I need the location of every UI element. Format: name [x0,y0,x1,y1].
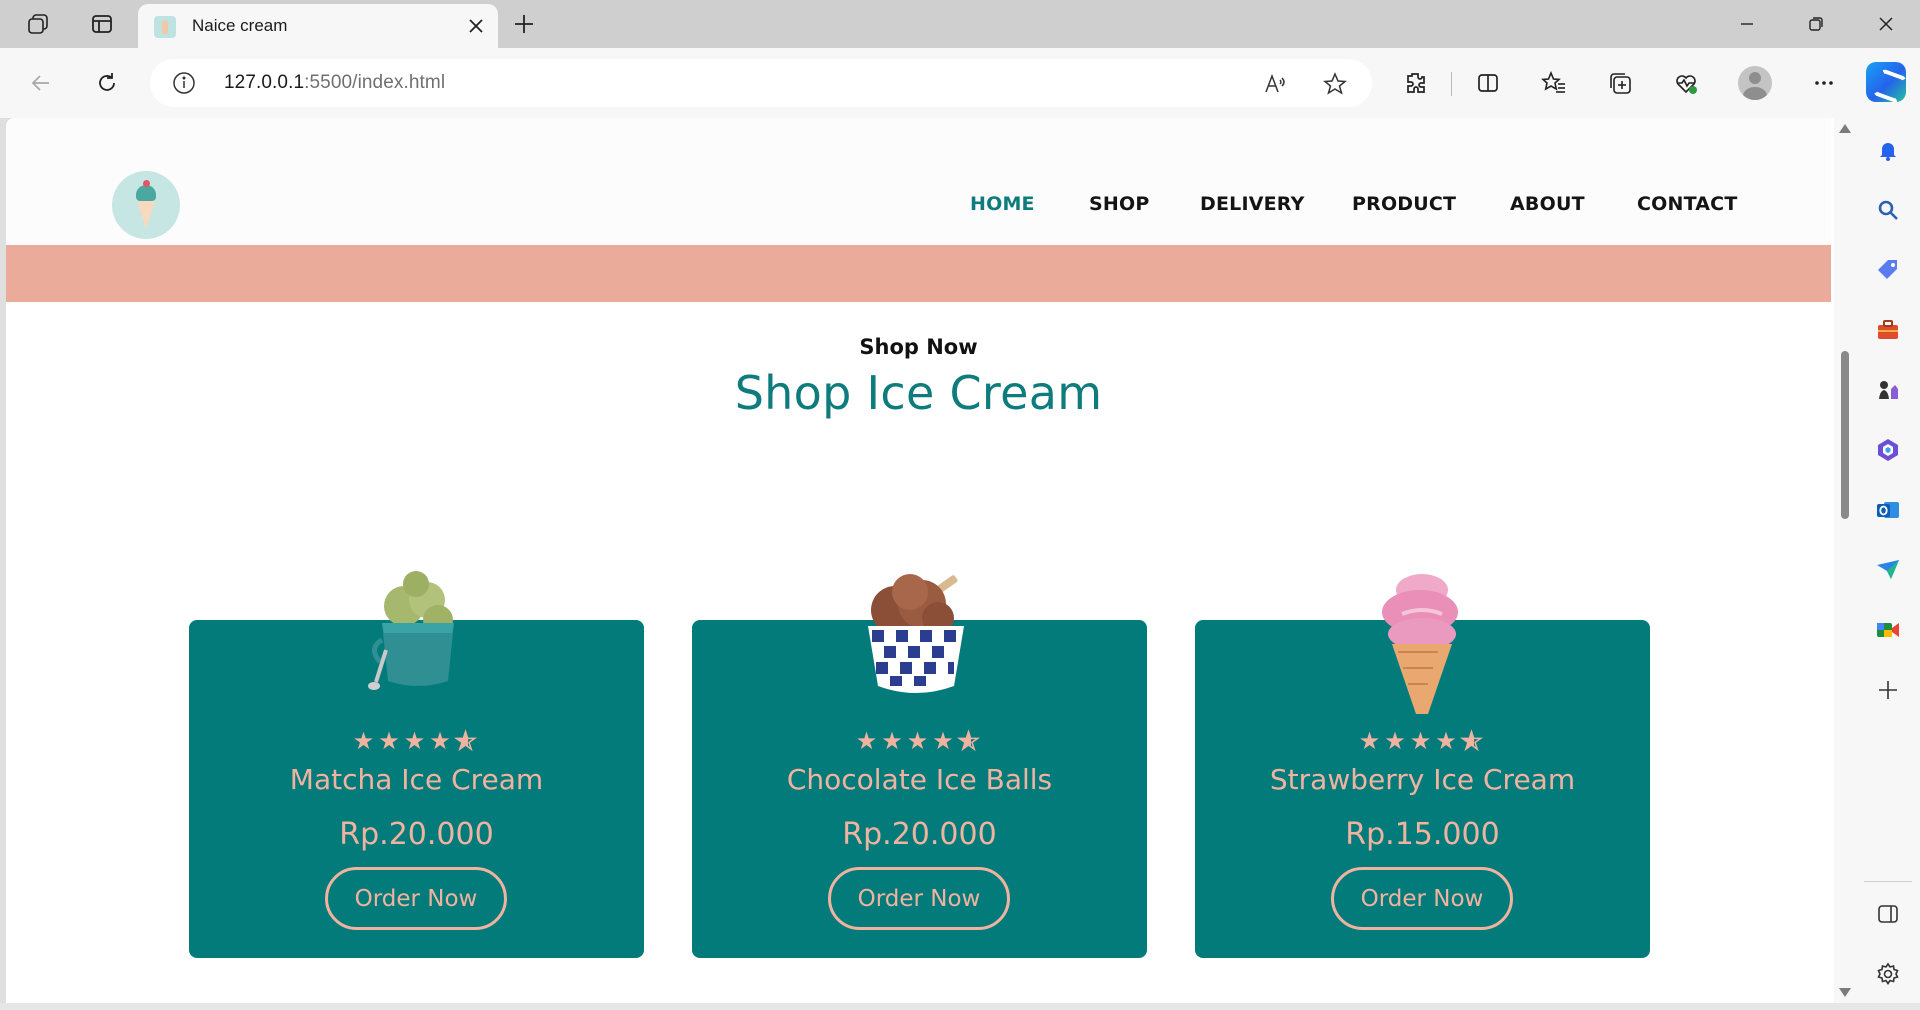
logo-scoop-shape [136,185,156,201]
product-card-matcha: ★★★★★★★ Matcha Ice Cream Rp.20.000 Order… [189,571,644,958]
scroll-up-arrow-icon[interactable] [1839,124,1851,133]
browser-essentials-icon[interactable] [1668,65,1704,101]
nav-delivery[interactable]: DELIVERY [1200,193,1305,215]
strawberry-ice-cream-image [1382,574,1458,714]
chocolate-ice-cream-image [868,574,964,693]
extensions-icon[interactable] [1397,65,1433,101]
restore-icon[interactable] [1794,6,1838,42]
order-now-button[interactable]: Order Now [1331,867,1513,930]
games-chess-icon[interactable] [1874,376,1902,404]
sidebar-divider [1864,881,1912,882]
half-star-icon: ★★★ [1460,726,1487,756]
back-icon[interactable] [22,64,60,102]
scroll-down-arrow-icon[interactable] [1839,988,1851,997]
product-name: Strawberry Ice Cream [1269,763,1576,796]
rating-stars: ★★★★★★★ [1358,726,1487,756]
half-star-icon: ★★★ [957,726,984,756]
site-logo[interactable] [112,171,180,239]
logo-cone-shape [137,201,155,229]
workspaces-icon[interactable] [20,8,56,40]
product-card-strawberry: ★★★★★★★ Strawberry Ice Cream Rp.15.000 O… [1195,574,1650,958]
microsoft-365-icon[interactable] [1874,436,1902,464]
notifications-bell-icon[interactable] [1874,136,1902,164]
favicon-icon [154,16,176,38]
outlook-icon[interactable] [1874,496,1902,524]
browser-tab[interactable]: Naice cream [138,4,498,48]
tools-briefcase-icon[interactable] [1874,316,1902,344]
copilot-icon[interactable] [1866,62,1906,102]
site-info-icon[interactable] [172,71,196,95]
rating-stars: ★★★★★★★ [352,726,481,756]
url-path: :5500/index.html [304,72,446,93]
minimize-icon[interactable] [1725,6,1769,42]
edge-sidebar [1856,118,1920,1010]
half-star-icon: ★★★ [454,726,481,756]
tab-title: Naice cream [192,16,288,35]
hide-sidebar-icon[interactable] [1874,900,1902,928]
nav-about[interactable]: ABOUT [1510,193,1585,215]
nav-shop[interactable]: SHOP [1089,193,1149,215]
product-card-chocolate: ★★★★★★★ Chocolate Ice Balls Rp.20.000 Or… [692,574,1147,958]
section-subtitle: Shop Now [859,335,978,359]
nav-product[interactable]: PRODUCT [1352,193,1456,215]
order-now-button[interactable]: Order Now [828,867,1010,930]
product-price: Rp.20.000 [339,817,494,852]
url-text[interactable]: 127.0.0.1:5500/index.html [224,72,445,94]
read-aloud-icon[interactable] [1262,71,1288,97]
shopping-tag-icon[interactable] [1874,256,1902,284]
collections-icon[interactable] [1602,65,1638,101]
address-bar[interactable]: 127.0.0.1:5500/index.html [150,59,1372,107]
favorites-icon[interactable] [1536,65,1572,101]
page-scrollbar[interactable] [1834,118,1856,1003]
hero-band [6,245,1831,302]
nav-contact[interactable]: CONTACT [1637,193,1738,215]
nav-home[interactable]: HOME [970,193,1035,215]
section-title: Shop Ice Cream [734,366,1103,420]
url-host: 127.0.0.1 [224,72,305,93]
profile-avatar[interactable] [1738,66,1772,100]
favorite-star-icon[interactable] [1322,71,1348,97]
order-now-button[interactable]: Order Now [325,867,507,930]
close-icon[interactable] [464,14,488,38]
tab-actions-icon[interactable] [84,8,120,40]
logo-cherry-shape [143,180,150,187]
refresh-icon[interactable] [88,64,126,102]
browser-toolbar: 127.0.0.1:5500/index.html [0,48,1920,118]
close-window-icon[interactable] [1864,6,1908,42]
meet-icon[interactable] [1874,616,1902,644]
new-tab-icon[interactable] [506,8,542,40]
search-icon[interactable] [1874,196,1902,224]
product-name: Chocolate Ice Balls [786,763,1053,796]
site-header: HOME SHOP DELIVERY PRODUCT ABOUT CONTACT [6,118,1831,245]
matcha-ice-cream-image [368,571,454,690]
product-price: Rp.20.000 [842,817,997,852]
settings-gear-icon[interactable] [1874,960,1902,988]
rating-stars: ★★★★★★★ [855,726,984,756]
product-name: Matcha Ice Cream [289,763,544,796]
scrollbar-thumb[interactable] [1841,351,1849,519]
add-sidebar-app-icon[interactable] [1874,676,1902,704]
split-screen-icon[interactable] [1470,65,1506,101]
product-price: Rp.15.000 [1345,817,1500,852]
more-options-icon[interactable] [1806,65,1842,101]
tab-strip: Naice cream [0,0,1920,48]
send-drop-icon[interactable] [1874,556,1902,584]
window-bottom-edge [0,1003,1920,1010]
toolbar-divider [1451,72,1452,96]
page-viewport: HOME SHOP DELIVERY PRODUCT ABOUT CONTACT… [6,118,1856,1003]
